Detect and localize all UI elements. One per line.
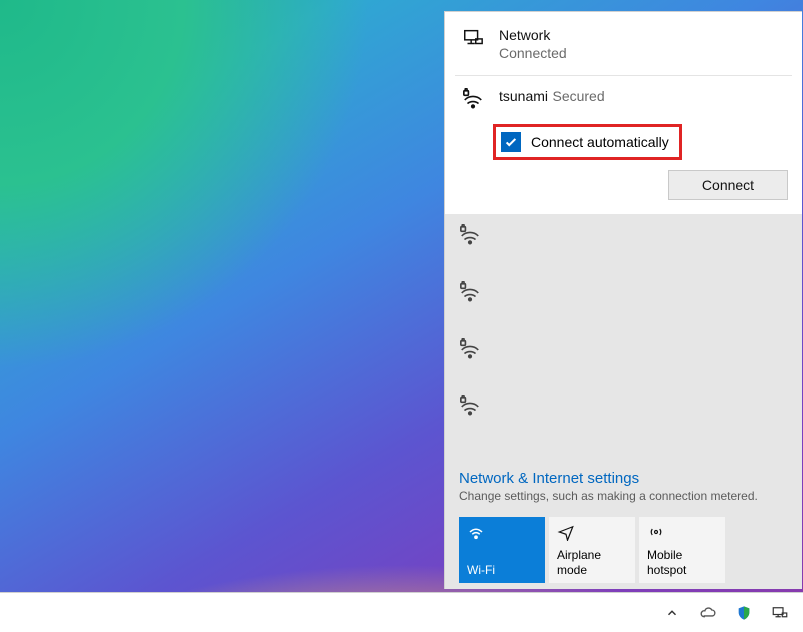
- tile-airplane-label: Airplane mode: [557, 548, 627, 577]
- network-settings-desc: Change settings, such as making a connec…: [459, 489, 788, 503]
- current-connection[interactable]: Network Connected: [445, 12, 802, 75]
- flyout-footer: Network & Internet settings Change setti…: [445, 460, 802, 589]
- quick-action-tiles: Wi-Fi Airplane mode Mobile hotspot: [459, 517, 788, 583]
- hotspot-icon: [647, 523, 717, 541]
- selected-security: Secured: [552, 88, 604, 104]
- connect-automatically-label: Connect automatically: [531, 134, 669, 150]
- tile-wifi[interactable]: Wi-Fi: [459, 517, 545, 583]
- current-network-status: Connected: [499, 45, 567, 61]
- selected-ssid: tsunami: [499, 88, 548, 104]
- wifi-secured-icon: [459, 404, 481, 421]
- wifi-secured-icon: [459, 290, 481, 307]
- network-flyout: Network Connected tsunami Secured: [444, 11, 802, 589]
- airplane-icon: [557, 523, 627, 541]
- tray-overflow-chevron-icon[interactable]: [663, 604, 681, 622]
- onedrive-cloud-icon[interactable]: [699, 604, 717, 622]
- list-item[interactable]: [459, 224, 788, 251]
- windows-security-shield-icon[interactable]: [735, 604, 753, 622]
- connect-automatically-checkbox[interactable]: [501, 132, 521, 152]
- list-item[interactable]: [459, 338, 788, 365]
- selected-network[interactable]: tsunami Secured Connect automatically Co…: [445, 76, 802, 214]
- current-network-title: Network: [499, 27, 567, 43]
- network-tray-icon[interactable]: [771, 604, 789, 622]
- list-item[interactable]: [459, 395, 788, 422]
- list-item[interactable]: [459, 281, 788, 308]
- wifi-secured-icon: [459, 347, 481, 364]
- tile-hotspot-label: Mobile hotspot: [647, 548, 717, 577]
- wifi-secured-icon: [459, 88, 487, 110]
- ethernet-icon: [459, 27, 487, 61]
- network-settings-link[interactable]: Network & Internet settings: [459, 470, 788, 487]
- tile-airplane[interactable]: Airplane mode: [549, 517, 635, 583]
- taskbar[interactable]: [0, 592, 803, 632]
- annotation-highlight: Connect automatically: [493, 124, 682, 160]
- connect-button[interactable]: Connect: [668, 170, 788, 200]
- available-networks-list[interactable]: [445, 214, 802, 460]
- tile-hotspot[interactable]: Mobile hotspot: [639, 517, 725, 583]
- wifi-secured-icon: [459, 233, 481, 250]
- wifi-icon: [467, 523, 537, 541]
- tile-wifi-label: Wi-Fi: [467, 563, 537, 577]
